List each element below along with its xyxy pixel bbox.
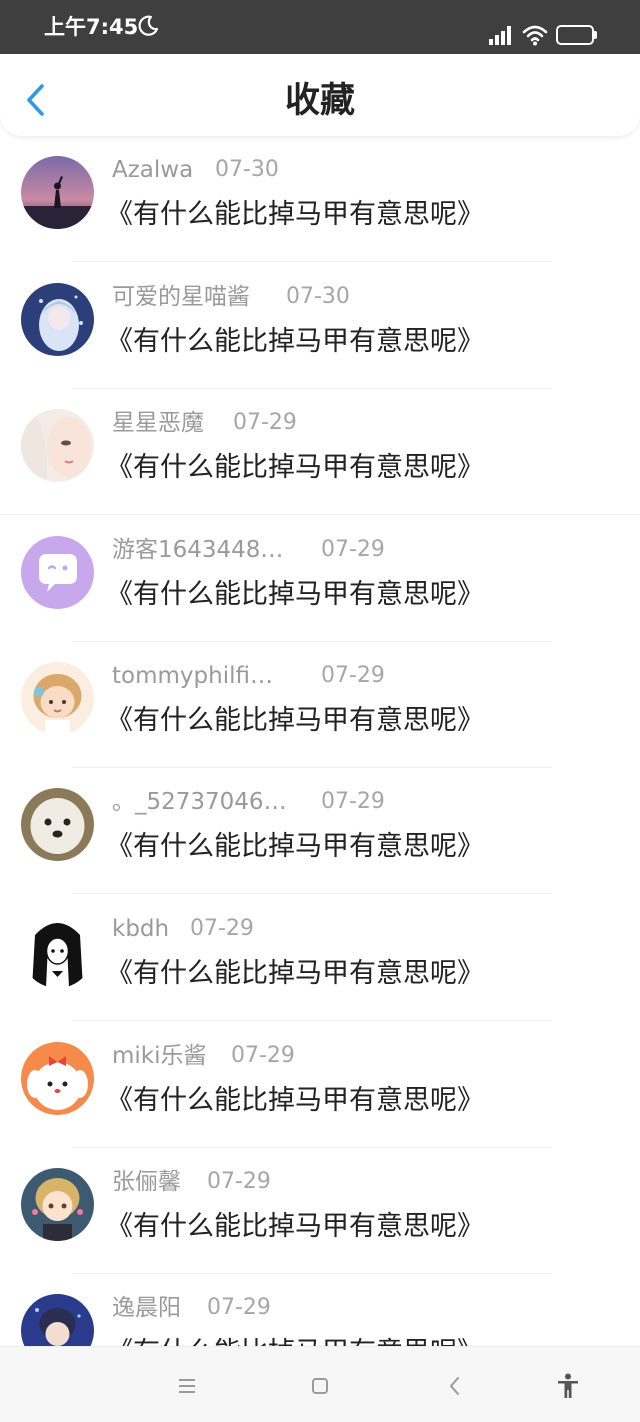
user-name[interactable]: 游客1643448… [112, 534, 283, 566]
battery-percent: 76 [568, 30, 586, 44]
item-title: 《有什么能比掉马甲有意思呢》 [106, 199, 484, 230]
avatar[interactable] [21, 283, 94, 356]
item-title: 《有什么能比掉马甲有意思呢》 [106, 705, 484, 736]
date-label: 07-29 [321, 537, 385, 562]
user-name[interactable]: 可爱的星喵酱 [112, 281, 250, 313]
list-item[interactable]: 逸晨阳 07-29 《有什么能比掉马甲有意思呢》 [0, 1274, 640, 1346]
wifi-icon [522, 25, 548, 46]
battery-icon: 76 [556, 25, 594, 45]
favorites-list: Azalwa 07-30 《有什么能比掉马甲有意思呢》 可爱的星喵酱 07-30… [0, 136, 640, 1346]
moon-icon [138, 15, 159, 36]
divider [0, 514, 640, 515]
user-name[interactable]: 星星恶魔 [112, 407, 204, 439]
date-label: 07-29 [190, 916, 254, 941]
menu-icon[interactable] [172, 1371, 202, 1401]
item-title: 《有什么能比掉马甲有意思呢》 [106, 958, 484, 989]
user-name[interactable]: 逸晨阳 [112, 1292, 181, 1324]
date-label: 07-29 [321, 789, 385, 814]
signal-icon [489, 26, 511, 45]
avatar[interactable] [21, 1042, 94, 1115]
avatar[interactable] [21, 788, 94, 861]
avatar[interactable] [21, 409, 94, 482]
header: 收藏 [0, 54, 640, 136]
user-name[interactable]: Azalwa [112, 154, 193, 186]
user-name[interactable]: tommyphilfi… [112, 660, 273, 692]
list-item[interactable]: kbdh 07-29 《有什么能比掉马甲有意思呢》 [0, 895, 640, 1021]
item-title: 《有什么能比掉马甲有意思呢》 [106, 1085, 484, 1116]
status-bar: 上午7:45 76 [0, 0, 640, 54]
item-title: 《有什么能比掉马甲有意思呢》 [106, 579, 484, 610]
avatar[interactable] [21, 536, 94, 609]
item-title: 《有什么能比掉马甲有意思呢》 [106, 1211, 484, 1242]
divider [72, 893, 552, 894]
date-label: 07-30 [215, 157, 279, 182]
divider [72, 261, 552, 262]
system-nav-bar [0, 1346, 640, 1422]
avatar[interactable] [21, 1168, 94, 1241]
item-title: 《有什么能比掉马甲有意思呢》 [106, 1333, 484, 1346]
list-item[interactable]: 星星恶魔 07-29 《有什么能比掉马甲有意思呢》 [0, 389, 640, 515]
list-item[interactable]: Azalwa 07-30 《有什么能比掉马甲有意思呢》 [0, 136, 640, 262]
date-label: 07-29 [321, 663, 385, 688]
avatar[interactable] [21, 662, 94, 735]
date-label: 07-29 [207, 1295, 271, 1320]
item-title: 《有什么能比掉马甲有意思呢》 [106, 831, 484, 862]
back-icon[interactable] [440, 1371, 470, 1401]
date-label: 07-29 [231, 1043, 295, 1068]
user-name[interactable]: 张俪馨 [112, 1166, 181, 1198]
date-label: 07-29 [207, 1169, 271, 1194]
list-item[interactable]: 可爱的星喵酱 07-30 《有什么能比掉马甲有意思呢》 [0, 263, 640, 389]
avatar[interactable] [21, 156, 94, 229]
home-icon[interactable] [305, 1371, 335, 1401]
list-item[interactable]: 。_52737046… 07-29 《有什么能比掉马甲有意思呢》 [0, 768, 640, 894]
user-name[interactable]: miki乐酱 [112, 1040, 207, 1072]
list-item[interactable]: miki乐酱 07-29 《有什么能比掉马甲有意思呢》 [0, 1022, 640, 1148]
user-name[interactable]: 。_52737046… [112, 786, 287, 818]
item-title: 《有什么能比掉马甲有意思呢》 [106, 452, 484, 483]
battery-indicator: 76 [556, 25, 598, 45]
avatar[interactable] [21, 1294, 94, 1346]
date-label: 07-29 [233, 410, 297, 435]
list-item[interactable]: 游客1643448… 07-29 《有什么能比掉马甲有意思呢》 [0, 516, 640, 642]
avatar[interactable] [21, 915, 94, 988]
list-item[interactable]: tommyphilfi… 07-29 《有什么能比掉马甲有意思呢》 [0, 642, 640, 768]
accessibility-icon[interactable] [553, 1371, 583, 1401]
list-item[interactable]: 张俪馨 07-29 《有什么能比掉马甲有意思呢》 [0, 1148, 640, 1274]
divider [72, 1020, 552, 1021]
item-title: 《有什么能比掉马甲有意思呢》 [106, 326, 484, 357]
page-title: 收藏 [284, 81, 355, 121]
user-name[interactable]: kbdh [112, 913, 169, 945]
date-label: 07-30 [286, 284, 350, 309]
status-time: 上午7:45 [44, 15, 139, 39]
